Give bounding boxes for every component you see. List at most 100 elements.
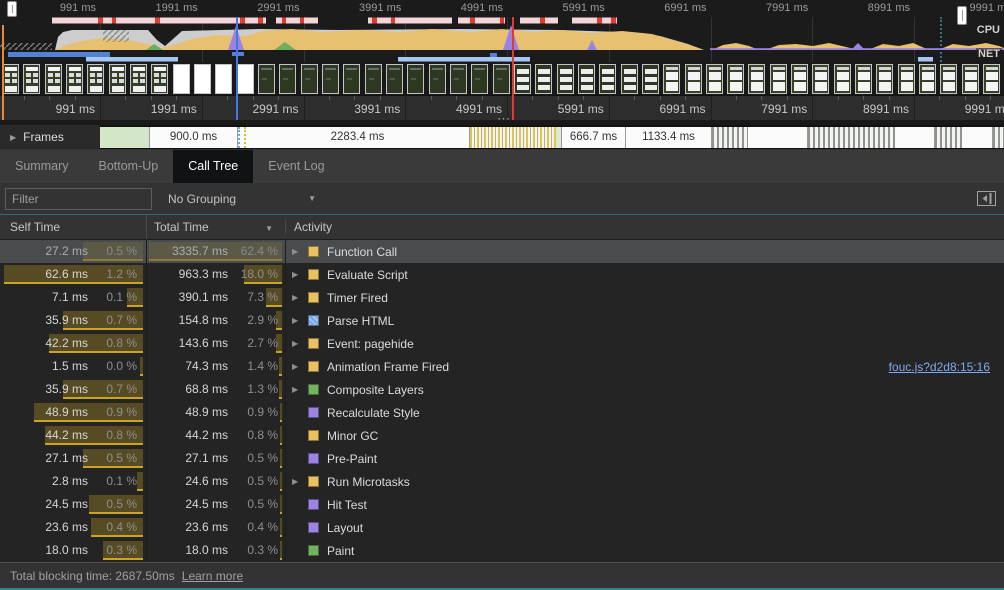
column-header-self-time[interactable]: Self Time: [0, 220, 146, 234]
table-row[interactable]: 23.6 ms0.4 %23.6 ms0.4 %Layout: [0, 516, 1004, 539]
overview-left-drag-handle[interactable]: [7, 1, 17, 17]
filmstrip-thumbnail[interactable]: [386, 64, 403, 94]
learn-more-link[interactable]: Learn more: [182, 569, 243, 583]
table-row[interactable]: 27.1 ms0.5 %27.1 ms0.5 %Pre-Paint: [0, 447, 1004, 470]
tab-event-log[interactable]: Event Log: [253, 150, 339, 183]
drag-handle-icon[interactable]: ⋯: [497, 111, 511, 127]
filmstrip-thumbnail[interactable]: [173, 64, 190, 94]
grouping-select[interactable]: No Grouping ▼: [162, 187, 322, 211]
column-header-activity[interactable]: Activity: [285, 220, 1004, 234]
filmstrip-thumbnail[interactable]: [66, 64, 83, 94]
table-row[interactable]: 1.5 ms0.0 %74.3 ms1.4 %▶Animation Frame …: [0, 355, 1004, 378]
filmstrip-thumbnail[interactable]: [770, 64, 787, 94]
filmstrip-thumbnail[interactable]: [834, 64, 851, 94]
overview-right-drag-handle[interactable]: [957, 6, 967, 25]
expand-arrow-icon[interactable]: ▶: [292, 339, 301, 348]
filmstrip-thumbnail[interactable]: [130, 64, 147, 94]
filmstrip-thumbnail[interactable]: [322, 64, 339, 94]
filmstrip-thumbnail[interactable]: [983, 64, 1000, 94]
filmstrip-thumbnail[interactable]: [151, 64, 168, 94]
frame-segment[interactable]: [935, 127, 962, 148]
filmstrip-thumbnail[interactable]: [642, 64, 659, 94]
frame-segment[interactable]: [238, 127, 246, 148]
filmstrip-thumbnail[interactable]: [685, 64, 702, 94]
tab-bottom-up[interactable]: Bottom-Up: [83, 150, 173, 183]
filmstrip-thumbnail[interactable]: [407, 64, 424, 94]
expand-arrow-icon[interactable]: ▶: [292, 247, 301, 256]
table-row[interactable]: 18.0 ms0.3 %18.0 ms0.3 %Paint: [0, 539, 1004, 562]
filmstrip-thumbnail[interactable]: [962, 64, 979, 94]
expand-arrow-icon[interactable]: ▶: [292, 316, 301, 325]
table-row[interactable]: 48.9 ms0.9 %48.9 ms0.9 %Recalculate Styl…: [0, 401, 1004, 424]
table-row[interactable]: 44.2 ms0.8 %44.2 ms0.8 %Minor GC: [0, 424, 1004, 447]
filmstrip-thumbnail[interactable]: [2, 64, 19, 94]
filmstrip-thumbnail[interactable]: [45, 64, 62, 94]
filmstrip-thumbnail[interactable]: [493, 64, 510, 94]
tab-summary[interactable]: Summary: [0, 150, 83, 183]
filmstrip-thumbnail[interactable]: [535, 64, 552, 94]
filmstrip-thumbnail[interactable]: [812, 64, 829, 94]
filmstrip-thumbnail[interactable]: [727, 64, 744, 94]
frame-segment[interactable]: 2283.4 ms: [246, 127, 470, 148]
filmstrip-thumbnail[interactable]: [429, 64, 446, 94]
timeline-overview[interactable]: CPU NET 991 ms1991 ms2991 ms3991 ms4991 …: [0, 0, 1004, 62]
filmstrip-thumbnail[interactable]: [450, 64, 467, 94]
filmstrip-thumbnail[interactable]: [940, 64, 957, 94]
filmstrip-thumbnail[interactable]: [898, 64, 915, 94]
filmstrip-thumbnail[interactable]: [557, 64, 574, 94]
frame-segment[interactable]: [712, 127, 748, 148]
expand-arrow-icon[interactable]: ▶: [292, 477, 301, 486]
table-row[interactable]: 7.1 ms0.1 %390.1 ms7.3 %▶Timer Fired: [0, 286, 1004, 309]
source-location-link[interactable]: fouc.js?d2d8:15:16: [889, 360, 990, 374]
frame-segment[interactable]: 666.7 ms: [562, 127, 626, 148]
frame-segment[interactable]: [895, 127, 935, 148]
column-header-total-time[interactable]: Total Time ▼: [146, 215, 285, 239]
table-row[interactable]: 27.2 ms0.5 %3335.7 ms62.4 %▶Function Cal…: [0, 240, 1004, 263]
filmstrip-thumbnail[interactable]: [109, 64, 126, 94]
filmstrip-thumbnail[interactable]: [706, 64, 723, 94]
expand-arrow-icon[interactable]: ▶: [292, 270, 301, 279]
filmstrip-thumbnail[interactable]: [578, 64, 595, 94]
filmstrip-thumbnail[interactable]: [791, 64, 808, 94]
table-row[interactable]: 42.2 ms0.8 %143.6 ms2.7 %▶Event: pagehid…: [0, 332, 1004, 355]
filmstrip-thumbnail[interactable]: [365, 64, 382, 94]
filmstrip-thumbnail[interactable]: [471, 64, 488, 94]
filmstrip-thumbnail[interactable]: [215, 64, 232, 94]
filmstrip-thumbnail[interactable]: [279, 64, 296, 94]
show-heaviest-stack-button[interactable]: [977, 191, 996, 206]
frame-segment[interactable]: [808, 127, 895, 148]
expand-arrow-icon[interactable]: ▶: [292, 385, 301, 394]
table-row[interactable]: 24.5 ms0.5 %24.5 ms0.5 %Hit Test: [0, 493, 1004, 516]
frame-segment[interactable]: [748, 127, 808, 148]
filmstrip-thumbnail[interactable]: [876, 64, 893, 94]
expand-arrow-icon[interactable]: ▶: [292, 362, 301, 371]
frame-segment[interactable]: [993, 127, 1004, 148]
table-row[interactable]: 2.8 ms0.1 %24.6 ms0.5 %▶Run Microtasks: [0, 470, 1004, 493]
frame-segment[interactable]: 900.0 ms: [150, 127, 238, 148]
filmstrip-thumbnail[interactable]: [194, 64, 211, 94]
filmstrip-thumbnail[interactable]: [748, 64, 765, 94]
filmstrip-thumbnail[interactable]: [514, 64, 531, 94]
filmstrip-thumbnail[interactable]: [237, 64, 254, 94]
expand-arrow-icon[interactable]: ▶: [292, 293, 301, 302]
frames-expand-icon[interactable]: ▶: [10, 133, 16, 142]
filmstrip-thumbnail[interactable]: [855, 64, 872, 94]
table-row[interactable]: 35.9 ms0.7 %68.8 ms1.3 %▶Composite Layer…: [0, 378, 1004, 401]
filmstrip-thumbnail[interactable]: [343, 64, 360, 94]
filmstrip-thumbnail[interactable]: [258, 64, 275, 94]
filter-input[interactable]: [5, 188, 152, 210]
filmstrip-thumbnail[interactable]: [599, 64, 616, 94]
filmstrip-thumbnail[interactable]: [663, 64, 680, 94]
frame-segment[interactable]: [100, 127, 150, 148]
frame-segment[interactable]: 1133.4 ms: [626, 127, 712, 148]
panel-resize-strip[interactable]: ⋯: [0, 120, 1004, 125]
frame-segment[interactable]: [470, 127, 556, 148]
filmstrip-thumbnail[interactable]: [919, 64, 936, 94]
filmstrip-thumbnail[interactable]: [301, 64, 318, 94]
tab-call-tree[interactable]: Call Tree: [173, 150, 253, 183]
frame-segment[interactable]: [962, 127, 993, 148]
filmstrip-thumbnail[interactable]: [23, 64, 40, 94]
filmstrip-thumbnail[interactable]: [87, 64, 104, 94]
frames-track-header[interactable]: ▶ Frames: [0, 125, 100, 149]
table-row[interactable]: 35.9 ms0.7 %154.8 ms2.9 %▶Parse HTML: [0, 309, 1004, 332]
